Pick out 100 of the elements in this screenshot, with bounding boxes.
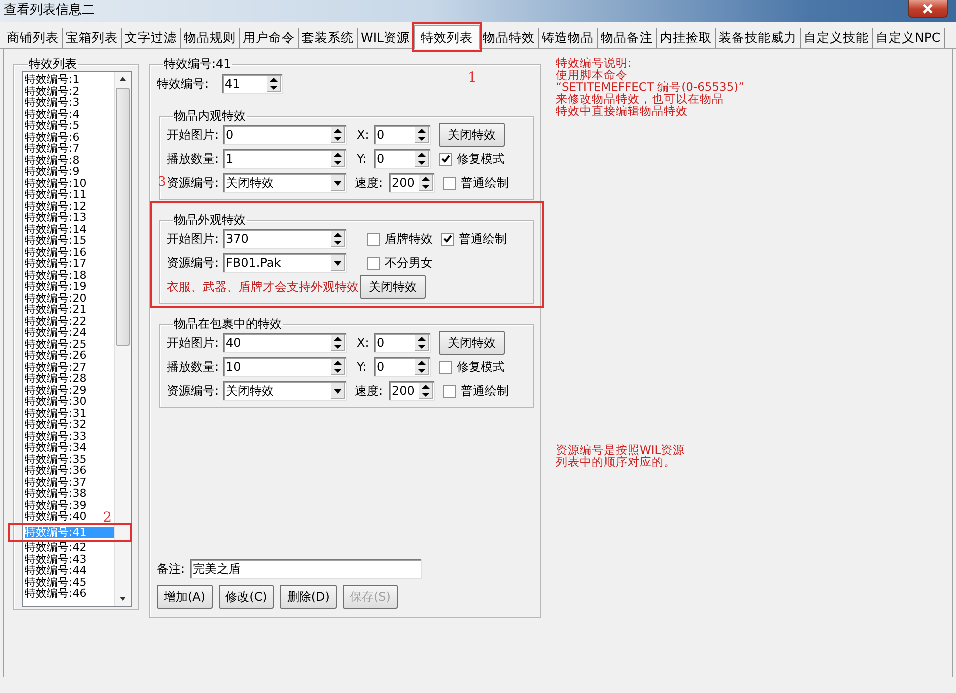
action-button[interactable]: 删除(D) — [280, 585, 337, 609]
list-item[interactable]: 特效编号:21 — [25, 304, 87, 316]
spin-arrows-icon[interactable] — [331, 127, 345, 143]
combo-box[interactable]: 关闭特效 — [223, 381, 347, 401]
list-item[interactable]: 特效编号:11 — [25, 189, 87, 200]
spin-arrows-icon[interactable] — [331, 335, 345, 351]
spin-arrows-icon[interactable] — [419, 383, 433, 399]
tab[interactable]: 铸造物品 — [539, 28, 598, 48]
spin-arrows-icon[interactable] — [415, 127, 429, 143]
list-item[interactable]: 特效编号:43 — [25, 554, 87, 565]
tab[interactable]: 自定义技能 — [801, 28, 874, 48]
list-item[interactable]: 特效编号:28 — [25, 373, 87, 384]
dropdown-arrow-icon[interactable] — [331, 175, 345, 191]
action-button[interactable]: 增加(A) — [157, 585, 213, 609]
tab[interactable]: 特效列表 — [414, 25, 480, 49]
tab[interactable]: 宝箱列表 — [63, 28, 122, 48]
scroll-thumb[interactable] — [116, 88, 130, 346]
dropdown-arrow-icon[interactable] — [331, 255, 345, 271]
spin-field[interactable]: 40 — [223, 333, 347, 353]
tab[interactable]: 内挂捡取 — [657, 28, 716, 48]
list-item[interactable]: 特效编号:30 — [25, 396, 87, 408]
tab[interactable]: 套装系统 — [299, 28, 358, 48]
list-item[interactable]: 特效编号:40 — [25, 511, 87, 522]
list-item[interactable]: 特效编号:36 — [25, 465, 87, 476]
list-item[interactable]: 特效编号:22 — [25, 316, 87, 327]
list-item[interactable]: 特效编号:42 — [25, 542, 87, 554]
scrollbar[interactable] — [114, 72, 131, 606]
list-item[interactable]: 特效编号:26 — [25, 350, 87, 362]
spin-field[interactable]: 41 — [222, 74, 283, 94]
spin-field[interactable]: 0 — [374, 149, 431, 169]
tab[interactable]: 物品规则 — [181, 28, 240, 48]
combo-box[interactable]: FB01.Pak — [223, 253, 347, 273]
list-item[interactable]: 特效编号:34 — [25, 442, 87, 454]
spin-arrows-icon[interactable] — [331, 151, 345, 167]
spin-field[interactable]: 10 — [223, 357, 347, 377]
list-item[interactable]: 特效编号:19 — [25, 281, 87, 292]
spin-arrows-icon[interactable] — [415, 359, 429, 375]
list-item[interactable]: 特效编号:33 — [25, 430, 87, 442]
list-item[interactable]: 特效编号:16 — [25, 246, 87, 258]
spin-field[interactable]: 0 — [223, 125, 347, 145]
spin-arrows-icon[interactable] — [415, 151, 429, 167]
spin-arrows-icon[interactable] — [331, 359, 345, 375]
spin-field[interactable]: 0 — [374, 333, 431, 353]
checkbox[interactable]: 修复模式 — [439, 358, 505, 376]
spin-arrows-icon[interactable] — [267, 76, 281, 92]
close-effect-button[interactable]: 关闭特效 — [439, 123, 505, 147]
combo-box[interactable]: 关闭特效 — [223, 173, 347, 193]
list-item[interactable]: 特效编号:15 — [25, 235, 87, 246]
tab[interactable]: 自定义NPC — [873, 28, 945, 48]
checkbox[interactable]: 盾牌特效 — [367, 230, 433, 248]
tab[interactable]: 文字过滤 — [122, 28, 181, 48]
list-item[interactable]: 特效编号:44 — [25, 565, 87, 576]
list-item[interactable]: 特效编号:29 — [25, 384, 87, 396]
list-item[interactable]: 特效编号:20 — [25, 292, 87, 304]
list-item[interactable]: 特效编号:6 — [25, 132, 80, 143]
list-item[interactable]: 特效编号:12 — [25, 200, 87, 212]
list-item[interactable]: 特效编号:39 — [25, 500, 87, 511]
tab[interactable]: 物品特效 — [480, 28, 540, 48]
list-item[interactable]: 特效编号:17 — [25, 258, 87, 270]
checkbox[interactable]: 普通绘制 — [441, 230, 507, 248]
list-item[interactable]: 特效编号:13 — [25, 212, 87, 224]
list-item[interactable]: 特效编号:45 — [25, 576, 87, 588]
tab[interactable]: 商铺列表 — [4, 28, 63, 48]
checkbox[interactable]: 普通绘制 — [443, 382, 509, 400]
tab[interactable]: 用户命令 — [240, 28, 299, 48]
list-item[interactable]: 特效编号:8 — [25, 154, 80, 166]
list-item[interactable]: 特效编号:10 — [25, 178, 87, 189]
list-item[interactable]: 特效编号:7 — [25, 143, 80, 154]
list-item[interactable]: 特效编号:27 — [25, 362, 87, 373]
spin-arrows-icon[interactable] — [331, 231, 345, 247]
list-item[interactable]: 特效编号:31 — [25, 408, 87, 419]
list-item[interactable]: 特效编号:4 — [25, 108, 80, 120]
close-effect-button[interactable]: 关闭特效 — [360, 275, 426, 299]
list-item[interactable]: 特效编号:18 — [25, 270, 87, 281]
close-effect-button[interactable]: 关闭特效 — [439, 331, 505, 355]
action-button[interactable]: 修改(C) — [218, 585, 274, 609]
checkbox[interactable]: 不分男女 — [367, 254, 433, 272]
checkbox[interactable]: 修复模式 — [439, 150, 505, 168]
spin-field[interactable]: 200 — [389, 173, 435, 193]
spin-field[interactable]: 1 — [223, 149, 347, 169]
tab[interactable]: 物品备注 — [598, 28, 658, 48]
list-item[interactable]: 特效编号:38 — [25, 488, 87, 500]
close-button[interactable] — [908, 0, 948, 18]
spin-field[interactable]: 200 — [389, 381, 435, 401]
list-item[interactable]: 特效编号:2 — [25, 86, 80, 97]
list-item[interactable]: 特效编号:5 — [25, 120, 80, 132]
list-item[interactable]: 特效编号:37 — [25, 476, 87, 488]
tab[interactable]: 装备技能威力 — [716, 28, 802, 48]
spin-field[interactable]: 0 — [374, 125, 431, 145]
list-item[interactable]: 特效编号:1 — [25, 74, 80, 86]
dropdown-arrow-icon[interactable] — [331, 383, 345, 399]
spin-field[interactable]: 370 — [223, 229, 347, 249]
list-item[interactable]: 特效编号:24 — [25, 327, 87, 338]
remark-field[interactable]: 完美之盾 — [190, 559, 422, 579]
list-item[interactable]: 特效编号:9 — [25, 166, 80, 178]
spin-arrows-icon[interactable] — [415, 335, 429, 351]
spin-field[interactable]: 0 — [374, 357, 431, 377]
list-item[interactable]: 特效编号:25 — [25, 338, 87, 350]
list-item[interactable]: 特效编号:46 — [25, 588, 87, 600]
checkbox[interactable]: 普通绘制 — [443, 174, 509, 192]
